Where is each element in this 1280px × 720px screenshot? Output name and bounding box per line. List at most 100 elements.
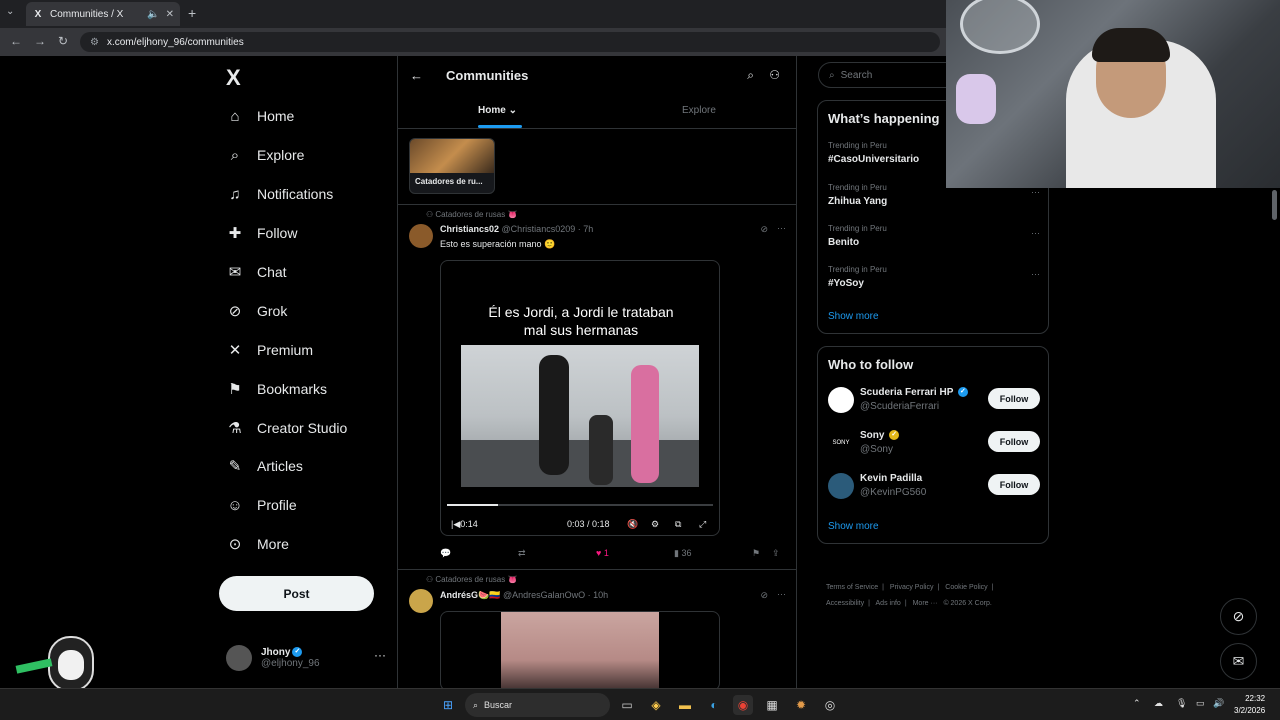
microphone-icon[interactable]: 🎙: [1176, 698, 1187, 709]
repost-icon[interactable]: ⇄: [518, 548, 526, 559]
heart-icon: ♥: [596, 548, 602, 558]
video-caption-line-2: mal sus hermanas: [523, 322, 639, 338]
recording-app-icon[interactable]: ◎: [820, 695, 840, 715]
post-author-handle[interactable]: @AndresGalanOwO · 10h: [503, 590, 608, 600]
tray-chevron-icon[interactable]: ⌃: [1133, 698, 1141, 709]
volume-icon[interactable]: 🔊: [1213, 698, 1224, 709]
chevron-down-icon: ⌄: [508, 105, 517, 116]
nav-premium[interactable]: ✕ Premium: [226, 335, 313, 365]
nav-chat[interactable]: ✉ Chat: [226, 257, 287, 287]
post-more-icon[interactable]: ···: [777, 589, 786, 599]
grok-icon[interactable]: ⊘: [760, 590, 768, 601]
post-image[interactable]: [440, 611, 720, 688]
site-info-icon[interactable]: ⚙: [90, 37, 99, 48]
show-more-link[interactable]: Show more: [828, 521, 879, 532]
url-field[interactable]: ⚙ x.com/eljhony_96/communities: [80, 32, 940, 52]
tab-explore[interactable]: Explore: [682, 105, 716, 116]
reload-icon[interactable]: ↻: [58, 34, 68, 48]
post-button[interactable]: Post: [219, 576, 374, 611]
post-more-icon[interactable]: ···: [777, 223, 786, 233]
store-icon[interactable]: ▦: [762, 695, 782, 715]
community-card[interactable]: Catadores de ru...: [409, 138, 495, 194]
windows-start-icon[interactable]: ⊞: [438, 695, 458, 715]
browser-tab[interactable]: X Communities / X 🔈 ✕: [26, 2, 180, 26]
copilot-icon[interactable]: ◈: [646, 695, 666, 715]
new-tab-button[interactable]: +: [188, 5, 196, 21]
back-icon[interactable]: ←: [10, 34, 22, 48]
file-explorer-icon[interactable]: ▬: [675, 695, 695, 715]
trend-more-icon[interactable]: ···: [1031, 187, 1040, 197]
post-author-name[interactable]: AndrésG🍉🇨🇴: [440, 590, 500, 600]
reply-icon[interactable]: 💬: [440, 548, 451, 559]
nav-grok[interactable]: ⊘ Grok: [226, 296, 288, 326]
grok-floating-icon[interactable]: ⊘: [1220, 598, 1257, 635]
grok-icon[interactable]: ⊘: [760, 224, 768, 235]
bookmark-icon[interactable]: ⚑: [752, 548, 760, 559]
avatar[interactable]: [409, 224, 433, 248]
nav-more[interactable]: ⊙ More: [226, 529, 289, 559]
post-video[interactable]: Él es Jordi, a Jordi le trataban mal sus…: [440, 260, 720, 536]
trend-more-icon[interactable]: ···: [1031, 228, 1040, 238]
profile-icon: ☺: [227, 496, 243, 514]
url-text: x.com/eljhony_96/communities: [106, 36, 244, 48]
post[interactable]: ⚇ Catadores de rusas 👅 Christiancs02 @Ch…: [398, 204, 796, 569]
post[interactable]: ⚇ Catadores de rusas 👅 AndrésG🍉🇨🇴 @Andre…: [398, 569, 796, 688]
video-skip-label[interactable]: |◀0:14: [451, 519, 478, 530]
nav-follow[interactable]: ✚ Follow: [226, 218, 298, 248]
post-author-name[interactable]: Christiancs02: [440, 224, 499, 234]
like-button[interactable]: ♥ 1: [596, 548, 609, 558]
x-logo-icon[interactable]: X: [226, 65, 241, 91]
follow-button[interactable]: Follow: [988, 431, 1040, 452]
back-arrow-icon[interactable]: ←: [410, 68, 423, 83]
messages-floating-icon[interactable]: ✉: [1220, 643, 1257, 680]
show-more-link[interactable]: Show more: [828, 311, 879, 322]
forward-icon[interactable]: →: [34, 34, 46, 48]
video-progress-bar[interactable]: [447, 504, 713, 506]
community-cover-image: [410, 139, 494, 173]
trend-item[interactable]: Trending in Peru Benito ···: [828, 224, 1040, 248]
close-tab-icon[interactable]: ✕: [166, 9, 174, 20]
fullscreen-icon[interactable]: ⤢: [699, 519, 706, 530]
nav-notifications[interactable]: ♫ Notifications: [226, 179, 333, 209]
avatar[interactable]: [409, 589, 433, 613]
follow-button[interactable]: Follow: [988, 388, 1040, 409]
nav-articles[interactable]: ✎ Articles: [226, 451, 303, 481]
communities-people-icon[interactable]: ⚇: [769, 68, 780, 82]
scrollbar-thumb[interactable]: [1272, 190, 1277, 220]
trend-item[interactable]: Trending in Peru #YoSoy ···: [828, 265, 1040, 289]
grok-icon: ⊘: [228, 303, 242, 320]
pip-icon[interactable]: ⧉: [675, 519, 681, 530]
edge-icon[interactable]: ◐: [704, 695, 724, 715]
nav-creator-studio[interactable]: ⚗ Creator Studio: [226, 413, 347, 443]
onedrive-icon[interactable]: ☁: [1154, 698, 1163, 709]
views-button[interactable]: ▮ 36: [674, 548, 691, 559]
nav-bookmarks[interactable]: ⚑ Bookmarks: [226, 374, 327, 404]
nav-home[interactable]: ⌂ Home: [226, 101, 294, 131]
follow-suggestion[interactable]: SONY Sony ✓ @Sony Follow: [828, 428, 1040, 460]
task-view-icon[interactable]: ▭: [617, 695, 637, 715]
tab-list-icon[interactable]: ⌄: [6, 6, 14, 17]
follow-button[interactable]: Follow: [988, 474, 1040, 495]
account-switcher[interactable]: Jhony ✓ @eljhony_96 ···: [226, 642, 386, 674]
taskbar-search[interactable]: ⌕ Buscar: [465, 693, 610, 717]
search-icon[interactable]: ⌕: [747, 68, 754, 83]
post-author-handle[interactable]: @Christiancs0209 · 7h: [502, 224, 594, 234]
system-clock[interactable]: 22:32 3/2/2026: [1234, 693, 1265, 717]
follow-suggestion[interactable]: Kevin Padilla @KevinPG560 Follow: [828, 471, 1040, 503]
account-more-icon[interactable]: ···: [374, 648, 386, 662]
tab-home[interactable]: Home ⌄: [478, 105, 517, 116]
network-icon[interactable]: ▭: [1196, 698, 1205, 709]
chrome-icon[interactable]: ◉: [733, 695, 753, 715]
nav-profile[interactable]: ☺ Profile: [226, 490, 296, 520]
panel-title: Who to follow: [828, 357, 914, 372]
post-community-label[interactable]: ⚇ Catadores de rusas 👅: [426, 575, 517, 584]
app-icon[interactable]: ✹: [791, 695, 811, 715]
post-community-label[interactable]: ⚇ Catadores de rusas 👅: [426, 210, 517, 219]
share-icon[interactable]: ⇪: [772, 548, 780, 559]
settings-icon[interactable]: ⚙: [651, 519, 659, 530]
nav-explore[interactable]: ⌕ Explore: [226, 140, 305, 170]
follow-suggestion[interactable]: Scuderia Ferrari HP ✓ @ScuderiaFerrari F…: [828, 385, 1040, 417]
trend-more-icon[interactable]: ···: [1031, 269, 1040, 279]
speaker-icon[interactable]: 🔈: [147, 9, 159, 20]
mute-icon[interactable]: 🔇: [627, 519, 638, 530]
